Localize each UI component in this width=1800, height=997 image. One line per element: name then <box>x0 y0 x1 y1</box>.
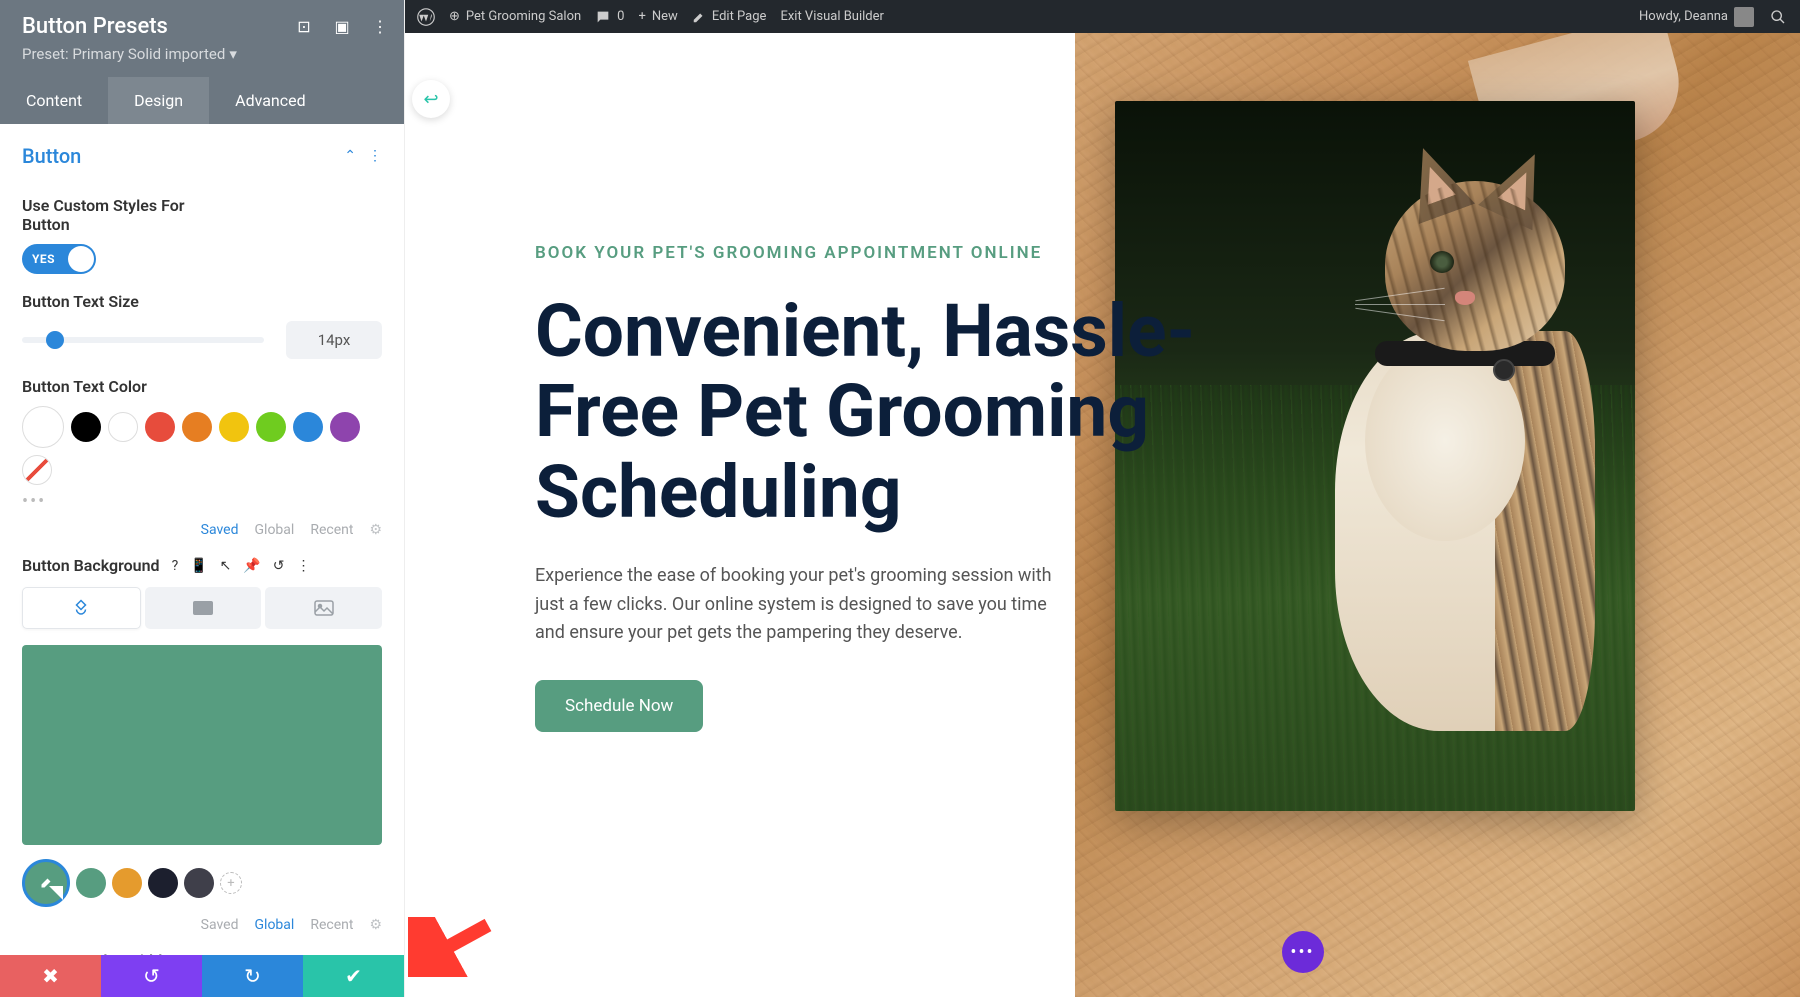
bg-tab-color[interactable] <box>22 587 141 629</box>
wp-admin-bar: ⊕ Pet Grooming Salon 0 +New Edit Page Ex… <box>405 0 1800 33</box>
color-swatch[interactable] <box>108 412 138 442</box>
expand-icon[interactable]: ▣ <box>330 14 354 38</box>
color-swatch[interactable] <box>145 412 175 442</box>
subtab-saved[interactable]: Saved <box>201 522 239 538</box>
cancel-button[interactable]: ✖ <box>0 955 101 997</box>
custom-styles-label: Use Custom Styles For Button <box>22 196 202 234</box>
edit-page-link[interactable]: Edit Page <box>692 9 767 24</box>
save-button[interactable]: ✔ <box>303 955 404 997</box>
color-swatch[interactable] <box>71 412 101 442</box>
preview-area: ⊕ Pet Grooming Salon 0 +New Edit Page Ex… <box>405 0 1800 997</box>
new-link[interactable]: +New <box>638 9 677 24</box>
custom-styles-toggle[interactable]: YES <box>22 244 96 274</box>
pin-icon[interactable]: 📌 <box>243 558 260 574</box>
color-swatch[interactable] <box>330 412 360 442</box>
subtab-recent[interactable]: Recent <box>310 522 353 538</box>
site-name-link[interactable]: ⊕ Pet Grooming Salon <box>449 9 581 24</box>
gear-icon[interactable]: ⚙ <box>369 522 382 538</box>
tab-content[interactable]: Content <box>0 77 108 124</box>
page-preview: BOOK YOUR PET'S GROOMING APPOINTMENT ONL… <box>405 33 1800 997</box>
tab-advanced[interactable]: Advanced <box>209 77 332 124</box>
global-swatch[interactable] <box>184 868 214 898</box>
main-tabs: Content Design Advanced <box>0 77 404 124</box>
text-size-label: Button Text Size <box>22 292 202 311</box>
hero-headline: Convenient, Hassle-Free Pet Grooming Sch… <box>535 291 1202 532</box>
redo-button[interactable]: ↻ <box>202 955 303 997</box>
floating-action-button[interactable]: ••• <box>1282 931 1324 973</box>
focus-icon[interactable]: ⊡ <box>292 14 316 38</box>
subtab-saved[interactable]: Saved <box>201 917 239 933</box>
subtab-global[interactable]: Global <box>255 917 295 933</box>
avatar-icon <box>1734 7 1754 27</box>
chevron-down-icon: ▾ <box>229 45 237 63</box>
howdy-user[interactable]: Howdy, Deanna <box>1639 7 1754 27</box>
bg-more-icon[interactable]: ⋮ <box>297 558 311 574</box>
phone-icon[interactable]: 📱 <box>190 558 207 574</box>
bg-tab-gradient[interactable] <box>145 587 262 629</box>
dashboard-icon: ⊕ <box>449 9 460 24</box>
add-swatch[interactable]: + <box>220 872 242 894</box>
panel-body: Button ⌃ ⋮ Use Custom Styles For Button … <box>0 124 404 997</box>
hero-description: Experience the ease of booking your pet'… <box>535 562 1065 648</box>
subtab-global[interactable]: Global <box>255 522 295 538</box>
section-more-icon[interactable]: ⋮ <box>368 148 382 164</box>
reset-icon[interactable]: ↺ <box>273 558 285 574</box>
undo-button[interactable]: ↺ <box>101 955 202 997</box>
panel-footer: ✖ ↺ ↻ ✔ <box>0 955 404 997</box>
more-colors-icon[interactable]: ••• <box>22 491 382 512</box>
gear-icon[interactable]: ⚙ <box>369 917 382 933</box>
bg-label: Button Background <box>22 556 160 575</box>
color-swatch[interactable] <box>182 412 212 442</box>
cursor-icon[interactable]: ↖ <box>220 558 232 574</box>
bg-tab-image[interactable] <box>265 587 382 629</box>
exit-builder-link[interactable]: Exit Visual Builder <box>780 9 883 24</box>
more-icon[interactable]: ⋮ <box>368 14 392 38</box>
wp-logo-icon[interactable] <box>417 8 435 26</box>
subtab-recent[interactable]: Recent <box>310 917 353 933</box>
settings-panel: Button Presets Preset: Primary Solid imp… <box>0 0 405 997</box>
annotation-arrow-icon <box>408 917 498 977</box>
preset-selector[interactable]: Preset: Primary Solid imported ▾ <box>22 45 382 63</box>
color-swatch[interactable] <box>293 412 323 442</box>
tab-design[interactable]: Design <box>108 77 209 124</box>
text-size-value[interactable]: 14px <box>286 321 382 359</box>
search-icon[interactable] <box>1768 7 1788 27</box>
global-swatch[interactable] <box>76 868 106 898</box>
panel-header: Button Presets Preset: Primary Solid imp… <box>0 0 404 77</box>
eyedropper-icon[interactable] <box>22 859 70 907</box>
selected-color-swatch[interactable] <box>22 406 64 448</box>
hero-eyebrow: BOOK YOUR PET'S GROOMING APPOINTMENT ONL… <box>535 243 1202 263</box>
help-icon[interactable]: ? <box>172 558 179 574</box>
text-color-label: Button Text Color <box>22 377 202 396</box>
color-swatch[interactable] <box>219 412 249 442</box>
bg-color-preview[interactable] <box>22 645 382 845</box>
collapse-icon[interactable]: ⌃ <box>344 148 356 164</box>
text-size-slider[interactable] <box>22 337 264 343</box>
comments-link[interactable]: 0 <box>595 9 624 25</box>
section-button[interactable]: Button ⌃ ⋮ <box>22 124 382 178</box>
back-floating-icon[interactable]: ↩ <box>412 80 450 118</box>
cta-button[interactable]: Schedule Now <box>535 680 703 732</box>
color-swatch[interactable] <box>256 412 286 442</box>
global-swatch[interactable] <box>148 868 178 898</box>
color-swatch-none[interactable] <box>22 455 52 485</box>
global-swatch[interactable] <box>112 868 142 898</box>
